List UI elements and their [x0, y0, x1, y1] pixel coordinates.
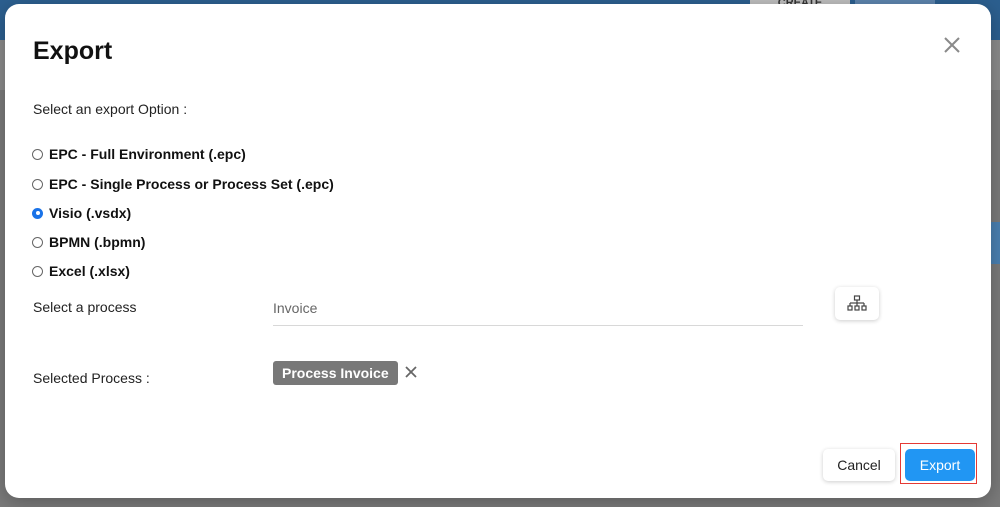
- radio-button[interactable]: [32, 178, 43, 190]
- option-label: Excel (.xlsx): [49, 263, 130, 279]
- export-option-prompt: Select an export Option :: [33, 101, 188, 117]
- process-tree-button[interactable]: [835, 287, 879, 320]
- option-visio[interactable]: Visio (.vsdx): [32, 205, 131, 221]
- process-search-field: [273, 291, 803, 326]
- cancel-button[interactable]: Cancel: [823, 449, 895, 481]
- radio-button[interactable]: [32, 236, 43, 248]
- hierarchy-tree-icon: [847, 294, 867, 311]
- option-bpmn[interactable]: BPMN (.bpmn): [32, 234, 145, 250]
- option-epc-single-process[interactable]: EPC - Single Process or Process Set (.ep…: [32, 176, 334, 192]
- option-excel[interactable]: Excel (.xlsx): [32, 263, 130, 279]
- selected-process-chip: Process Invoice: [273, 361, 398, 385]
- remove-icon[interactable]: [404, 365, 418, 379]
- select-process-label: Select a process: [33, 299, 137, 315]
- radio-button[interactable]: [32, 148, 43, 160]
- dialog-title: Export: [33, 37, 113, 65]
- radio-button[interactable]: [32, 265, 43, 277]
- radio-button-checked[interactable]: [32, 207, 43, 219]
- option-label: BPMN (.bpmn): [49, 234, 146, 250]
- process-search-input[interactable]: [273, 291, 803, 325]
- export-button[interactable]: Export: [905, 449, 975, 481]
- option-label: EPC - Single Process or Process Set (.ep…: [49, 176, 334, 192]
- selected-process-label: Selected Process :: [33, 370, 150, 386]
- option-label: EPC - Full Environment (.epc): [49, 146, 246, 162]
- close-icon[interactable]: [941, 34, 963, 56]
- option-label: Visio (.vsdx): [49, 205, 132, 221]
- export-dialog: Export Select an export Option : EPC - F…: [5, 4, 991, 498]
- option-epc-full-environment[interactable]: EPC - Full Environment (.epc): [32, 146, 246, 162]
